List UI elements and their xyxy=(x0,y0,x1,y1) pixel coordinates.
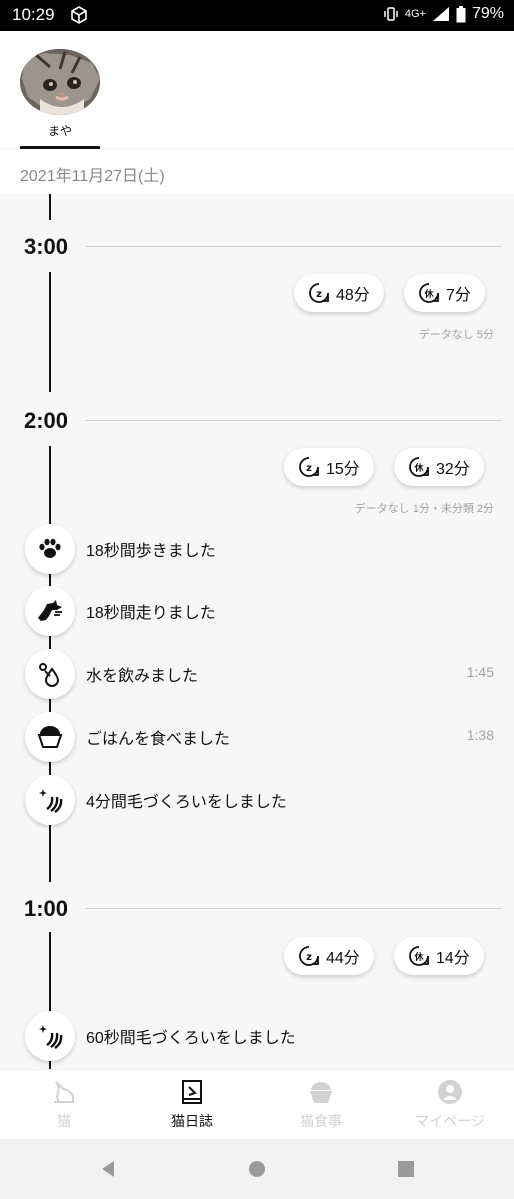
vibrate-icon xyxy=(384,7,398,21)
status-time: 10:29 xyxy=(12,5,55,24)
recents-icon[interactable] xyxy=(396,1159,416,1179)
grooming-icon xyxy=(39,1025,63,1049)
nav-label: 猫 xyxy=(57,1113,71,1129)
cat-selector: まや xyxy=(0,31,514,149)
timeline-line xyxy=(49,194,51,220)
user-icon xyxy=(438,1080,462,1104)
date-header: 2021年11月27日(土) xyxy=(0,150,514,194)
rest-pill[interactable]: 休 14分 xyxy=(394,937,484,975)
event-text: 18秒間歩きました xyxy=(86,543,216,560)
event-icon-circle xyxy=(25,524,75,574)
nav-food[interactable]: 猫食事 xyxy=(266,1078,376,1131)
event-icon-circle xyxy=(25,649,75,699)
cat-tab-maya[interactable]: まや xyxy=(20,49,100,149)
nav-label: マイページ xyxy=(415,1113,485,1129)
event-icon-circle xyxy=(25,586,75,636)
nav-label: 猫日誌 xyxy=(171,1113,213,1129)
event-time: 1:38 xyxy=(466,727,494,743)
network-type: 4G+ xyxy=(404,8,426,20)
sleep-icon: z xyxy=(309,283,329,303)
event-icon-circle xyxy=(25,1011,75,1061)
home-icon[interactable] xyxy=(247,1159,267,1179)
paw-icon xyxy=(39,538,61,558)
event-icon-circle xyxy=(25,712,75,762)
system-nav-bar xyxy=(0,1139,514,1199)
status-indicators: 4G+ 79% xyxy=(383,5,504,23)
svg-text:z: z xyxy=(306,463,312,474)
signal-icon xyxy=(432,7,449,21)
sleep-pill[interactable]: z 48分 xyxy=(294,274,384,312)
sleep-icon: z xyxy=(299,946,319,966)
rest-pill[interactable]: 休 7分 xyxy=(404,274,485,312)
sleep-pill[interactable]: z 44分 xyxy=(284,937,374,975)
sleep-pill[interactable]: z 15分 xyxy=(284,448,374,486)
event-text: 18秒間走りました xyxy=(86,605,216,622)
no-data-note: データなし 5分 xyxy=(418,329,494,341)
rest-icon: 休 xyxy=(419,283,439,303)
event-text: ごはんを食べました xyxy=(86,731,231,748)
food-bowl-icon xyxy=(310,1082,332,1103)
timeline-line xyxy=(49,272,51,392)
grooming-icon xyxy=(39,789,63,813)
list-item[interactable]: 60秒間毛づくろいをしました xyxy=(0,1011,514,1061)
app-cube-icon xyxy=(71,6,87,24)
nav-label: 猫食事 xyxy=(300,1113,342,1129)
diary-icon xyxy=(182,1080,202,1104)
rest-duration: 32分 xyxy=(436,461,470,478)
svg-text:休: 休 xyxy=(413,462,424,474)
battery-icon xyxy=(456,5,466,22)
sleep-duration: 44分 xyxy=(326,950,360,967)
hour-label: 3:00 xyxy=(24,234,79,260)
rest-icon: 休 xyxy=(409,457,429,477)
event-text: 4分間毛づくろいをしました xyxy=(86,794,287,811)
svg-text:z: z xyxy=(306,952,312,963)
event-time: 1:45 xyxy=(466,664,494,680)
event-text: 60秒間毛づくろいをしました xyxy=(86,1030,296,1047)
status-bar: 10:29 4G+ 79% xyxy=(0,0,514,31)
nav-cat[interactable]: 猫 xyxy=(9,1078,119,1131)
nav-diary[interactable]: 猫日誌 xyxy=(137,1078,247,1131)
hour-label: 2:00 xyxy=(24,408,79,434)
list-item[interactable]: 4分間毛づくろいをしました xyxy=(0,775,514,825)
hour-rule xyxy=(86,420,502,421)
list-item[interactable]: ごはんを食べました 1:38 xyxy=(0,712,514,762)
nav-mypage[interactable]: マイページ xyxy=(395,1078,505,1131)
svg-text:休: 休 xyxy=(413,951,424,963)
sleep-icon: z xyxy=(299,457,319,477)
cat-name: まや xyxy=(47,124,72,138)
rest-duration: 14分 xyxy=(436,950,470,967)
list-item[interactable]: 18秒間歩きました xyxy=(0,524,514,574)
running-cat-icon xyxy=(38,600,62,621)
sleep-duration: 48分 xyxy=(336,287,370,304)
food-bowl-icon xyxy=(37,726,63,748)
bottom-nav: 猫 猫日誌 猫食事 マイページ xyxy=(0,1069,514,1139)
rest-icon: 休 xyxy=(409,946,429,966)
svg-text:z: z xyxy=(316,289,322,300)
event-icon-circle xyxy=(25,775,75,825)
sleep-duration: 15分 xyxy=(326,461,360,478)
event-text: 水を飲みました xyxy=(86,668,199,685)
timeline-line xyxy=(49,446,51,526)
cat-icon xyxy=(54,1081,75,1103)
battery-percent: 79% xyxy=(471,5,504,22)
cat-avatar xyxy=(20,49,100,115)
hour-label: 1:00 xyxy=(24,896,79,922)
svg-text:休: 休 xyxy=(423,288,434,300)
rest-pill[interactable]: 休 32分 xyxy=(394,448,484,486)
diary-date: 2021年11月27日(土) xyxy=(20,168,165,185)
hour-rule xyxy=(86,908,502,909)
cat-photo xyxy=(20,49,100,115)
timeline[interactable]: 3:00 z 48分 休 7分 データなし 5分 2:00 z 15分 休 32… xyxy=(0,194,514,1069)
water-drop-icon xyxy=(39,663,60,687)
no-data-note: データなし 1分・未分類 2分 xyxy=(354,503,494,515)
rest-duration: 7分 xyxy=(446,287,471,304)
hour-rule xyxy=(86,246,502,247)
list-item[interactable]: 18秒間走りました xyxy=(0,586,514,636)
list-item[interactable]: 水を飲みました 1:45 xyxy=(0,649,514,699)
back-icon[interactable] xyxy=(98,1159,118,1179)
selected-tab-indicator xyxy=(20,146,100,149)
